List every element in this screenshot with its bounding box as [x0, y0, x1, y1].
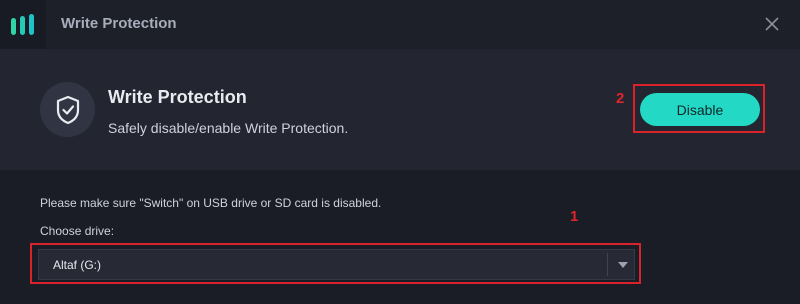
select-divider — [607, 253, 608, 276]
shield-check-icon — [40, 82, 95, 137]
title-bar: Write Protection — [0, 0, 800, 49]
app-logo-icon — [0, 0, 46, 49]
chevron-down-icon[interactable] — [617, 260, 629, 270]
switch-notice: Please make sure "Switch" on USB drive o… — [40, 196, 382, 210]
feature-header: Write Protection Safely disable/enable W… — [0, 49, 800, 170]
window-title: Write Protection — [61, 15, 177, 32]
step-marker-1: 1 — [570, 208, 579, 225]
feature-title: Write Protection — [108, 87, 247, 107]
drive-select[interactable]: Altaf (G:) — [38, 249, 635, 280]
drive-form: Please make sure "Switch" on USB drive o… — [0, 170, 800, 304]
close-icon — [765, 17, 779, 31]
disable-button[interactable]: Disable — [640, 93, 760, 126]
choose-drive-label: Choose drive: — [40, 224, 115, 238]
step-marker-2: 2 — [616, 90, 625, 107]
feature-description: Safely disable/enable Write Protection. — [108, 120, 349, 136]
close-button[interactable] — [762, 14, 782, 34]
drive-select-value: Altaf (G:) — [53, 258, 102, 272]
